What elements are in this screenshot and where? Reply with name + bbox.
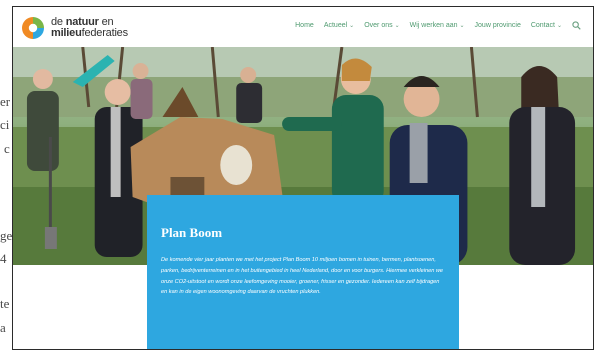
fragment-text: er [0,94,11,109]
chevron-down-icon: ⌄ [349,23,355,29]
fragment-text: a [0,320,6,335]
logo-mark-icon [22,17,44,39]
main-navigation: Home Actueel ⌄ Over ons ⌄ Wij werken aan ⌄ … [285,21,581,30]
logo-wordmark: de natuur en milieufederaties [51,16,128,39]
nav-item-jouw-provincie[interactable]: Jouw provincie [475,22,521,29]
nav-item-contact[interactable]: Contact ⌄ [531,22,562,29]
fragment-text: 4 [0,251,7,266]
card-title: Plan Boom [161,225,223,240]
fragment-text: te [0,296,10,311]
site-header: de natuur en milieufederaties Home Actue… [13,7,593,47]
nav-item-over-ons[interactable]: Over ons ⌄ [364,22,399,29]
chevron-down-icon: ⌄ [459,23,465,29]
chevron-down-icon: ⌄ [556,23,562,29]
fragment-text: ci [0,117,10,132]
nav-item-actueel[interactable]: Actueel ⌄ [324,22,354,29]
search-icon[interactable] [572,21,581,30]
fragment-text: c [4,141,10,156]
nav-item-home[interactable]: Home [295,22,314,29]
plan-boom-card: Plan Boom De komende vier jaar planten w… [147,195,459,349]
site-logo[interactable]: de natuur en milieufederaties [21,16,128,40]
chevron-down-icon: ⌄ [394,23,400,29]
card-body-text: De komende vier jaar planten we met het … [161,257,444,296]
fragment-text: ge [0,228,13,243]
nav-item-wij-werken-aan[interactable]: Wij werken aan ⌄ [410,22,465,29]
website-screenshot: de natuur en milieufederaties Home Actue… [12,6,594,350]
